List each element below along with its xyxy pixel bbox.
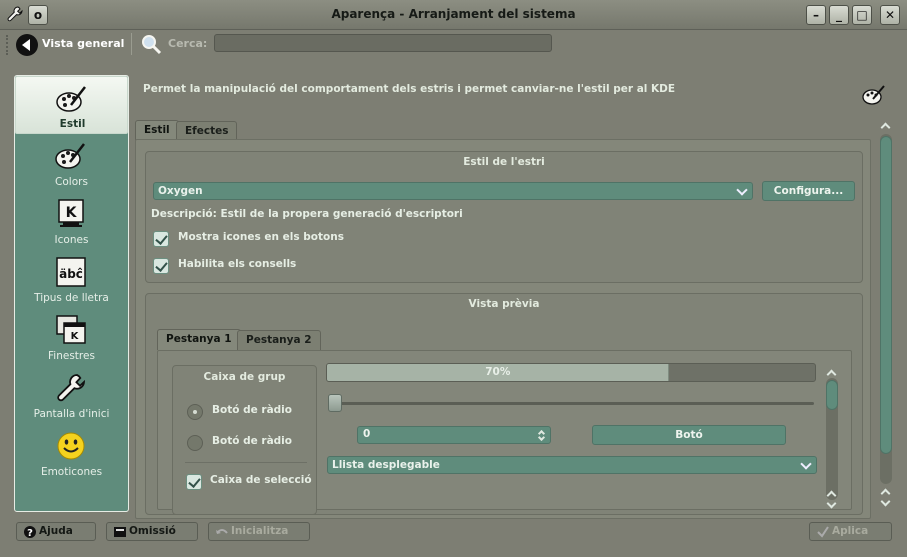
defaults-button[interactable]: Omissió bbox=[106, 522, 198, 541]
tab-effects[interactable]: Efectes bbox=[176, 121, 238, 141]
minimize-button[interactable]: – bbox=[806, 5, 826, 25]
sidebar-item-label: Finestres bbox=[48, 350, 95, 362]
sidebar-item-fonts[interactable]: äbĉ Tipus de lletra bbox=[15, 250, 128, 308]
minimize-icon: – bbox=[813, 8, 819, 22]
slider-track bbox=[334, 402, 814, 405]
help-button[interactable]: ? Ajuda bbox=[16, 522, 96, 541]
sidebar-item-label: Estil bbox=[59, 118, 86, 130]
groupbox-divider bbox=[185, 462, 307, 463]
radio-button-1[interactable] bbox=[187, 404, 203, 420]
show-icons-label[interactable]: Mostra icones en els botons bbox=[178, 231, 344, 243]
category-sidebar[interactable]: Estil Colors K Icones äbĉ Tipus de lletr… bbox=[14, 75, 129, 512]
overview-button[interactable]: Vista general bbox=[42, 37, 124, 50]
close-icon: ✕ bbox=[884, 8, 896, 22]
svg-text:äbĉ: äbĉ bbox=[59, 267, 83, 281]
apply-label: Aplica bbox=[832, 525, 869, 537]
show-icons-checkbox[interactable] bbox=[153, 231, 169, 247]
chevron-down-icon bbox=[736, 184, 748, 196]
svg-text:K: K bbox=[71, 331, 80, 342]
defaults-label: Omissió bbox=[129, 525, 176, 537]
progress-text: 70% bbox=[485, 366, 511, 378]
preview-checkbox-label[interactable]: Caixa de selecció bbox=[210, 474, 312, 486]
maximize-icon: □ bbox=[856, 8, 868, 22]
spin-down-icon[interactable] bbox=[537, 433, 546, 442]
close-button[interactable]: ✕ bbox=[880, 5, 900, 25]
radio-button-2[interactable] bbox=[187, 435, 203, 451]
style-palette-icon bbox=[862, 84, 886, 106]
window-title: Aparença - Arranjament del sistema bbox=[331, 7, 576, 21]
preview-dropdown[interactable]: Llista desplegable bbox=[327, 456, 817, 474]
minimize-down-icon: _ bbox=[836, 8, 842, 22]
tab-preview-2[interactable]: Pestanya 2 bbox=[237, 330, 321, 350]
help-icon: ? bbox=[23, 525, 37, 539]
undo-arrow-icon bbox=[215, 525, 229, 539]
sidebar-item-windows[interactable]: K Finestres bbox=[15, 308, 128, 366]
main-scrollbar-thumb[interactable] bbox=[880, 136, 892, 454]
title-bar[interactable]: Aparença - Arranjament del sistema o – _… bbox=[0, 0, 907, 30]
radio-button-2-label[interactable]: Botó de ràdio bbox=[212, 435, 292, 447]
sidebar-item-colors[interactable]: Colors bbox=[15, 134, 128, 192]
windows-icon: K bbox=[55, 314, 87, 346]
slider-handle[interactable] bbox=[328, 394, 342, 412]
checkmark-icon bbox=[816, 525, 830, 539]
style-description: Descripció: Estil de la propera generaci… bbox=[151, 208, 463, 220]
groupbox-title: Caixa de grup bbox=[203, 371, 286, 383]
preview-scrollbar-thumb[interactable] bbox=[826, 380, 838, 410]
module-description: Permet la manipulació del comportament d… bbox=[143, 83, 676, 95]
sidebar-item-splash[interactable]: Pantalla d'inici bbox=[15, 366, 128, 424]
main-scroll-down-icon[interactable] bbox=[880, 496, 891, 507]
reset-button[interactable]: Inicialitza bbox=[208, 522, 310, 541]
progress-bar: 70% bbox=[326, 363, 816, 382]
kde-icons-icon: K bbox=[55, 198, 87, 230]
svg-text:?: ? bbox=[27, 528, 33, 539]
enable-tooltips-checkbox[interactable] bbox=[153, 258, 169, 274]
sidebar-item-style[interactable]: Estil bbox=[15, 76, 128, 134]
search-label: Cerca: bbox=[168, 37, 208, 50]
apply-button[interactable]: Aplica bbox=[809, 522, 892, 541]
tab-style[interactable]: Estil bbox=[135, 120, 179, 140]
radio-button-1-label[interactable]: Botó de ràdio bbox=[212, 404, 292, 416]
toolbar-separator bbox=[131, 33, 132, 55]
preview-button[interactable]: Botó bbox=[592, 425, 786, 445]
font-abc-icon: äbĉ bbox=[55, 256, 87, 288]
widget-style-combo[interactable]: Oxygen bbox=[153, 182, 753, 200]
widget-style-value: Oxygen bbox=[158, 185, 203, 197]
main-scroll-up-icon[interactable] bbox=[880, 122, 891, 133]
preview-dropdown-label: Llista desplegable bbox=[332, 459, 440, 471]
search-icon bbox=[140, 33, 162, 55]
sidebar-item-label: Icones bbox=[54, 234, 89, 246]
spinbox[interactable]: 0 bbox=[357, 426, 551, 444]
defaults-icon bbox=[113, 525, 127, 539]
toolbar-grip bbox=[6, 35, 10, 55]
enable-tooltips-label[interactable]: Habilita els consells bbox=[178, 258, 296, 270]
app-wrench-icon[interactable] bbox=[6, 5, 24, 23]
preview-checkbox[interactable] bbox=[186, 474, 202, 490]
smiley-icon bbox=[55, 430, 87, 462]
window-menu-button[interactable]: o bbox=[28, 5, 48, 25]
svg-text:K: K bbox=[66, 205, 78, 221]
sidebar-item-label: Tipus de lletra bbox=[34, 292, 109, 304]
sidebar-item-emoticons[interactable]: Emoticones bbox=[15, 424, 128, 482]
tab-preview-1[interactable]: Pestanya 1 bbox=[157, 329, 241, 350]
spinbox-value: 0 bbox=[363, 428, 371, 440]
reset-label: Inicialitza bbox=[231, 525, 289, 537]
widget-style-title: Estil de l'estri bbox=[463, 156, 545, 168]
wrench-icon bbox=[55, 372, 87, 404]
back-arrow-icon[interactable] bbox=[16, 34, 38, 56]
chevron-down-icon bbox=[800, 458, 812, 470]
search-input[interactable] bbox=[214, 34, 552, 52]
maximize-button[interactable]: □ bbox=[852, 5, 872, 25]
sidebar-item-label: Pantalla d'inici bbox=[33, 408, 110, 420]
paint-palette-icon bbox=[56, 83, 88, 115]
keep-above-button[interactable]: _ bbox=[829, 5, 849, 25]
sidebar-item-icons[interactable]: K Icones bbox=[15, 192, 128, 250]
window-menu-icon: o bbox=[33, 8, 43, 22]
sidebar-item-label: Colors bbox=[55, 176, 88, 188]
sidebar-item-label: Emoticones bbox=[40, 466, 103, 478]
color-palette-icon bbox=[55, 140, 87, 172]
preview-title: Vista prèvia bbox=[468, 298, 540, 310]
configure-button[interactable]: Configura... bbox=[762, 181, 855, 201]
help-label: Ajuda bbox=[39, 525, 73, 537]
